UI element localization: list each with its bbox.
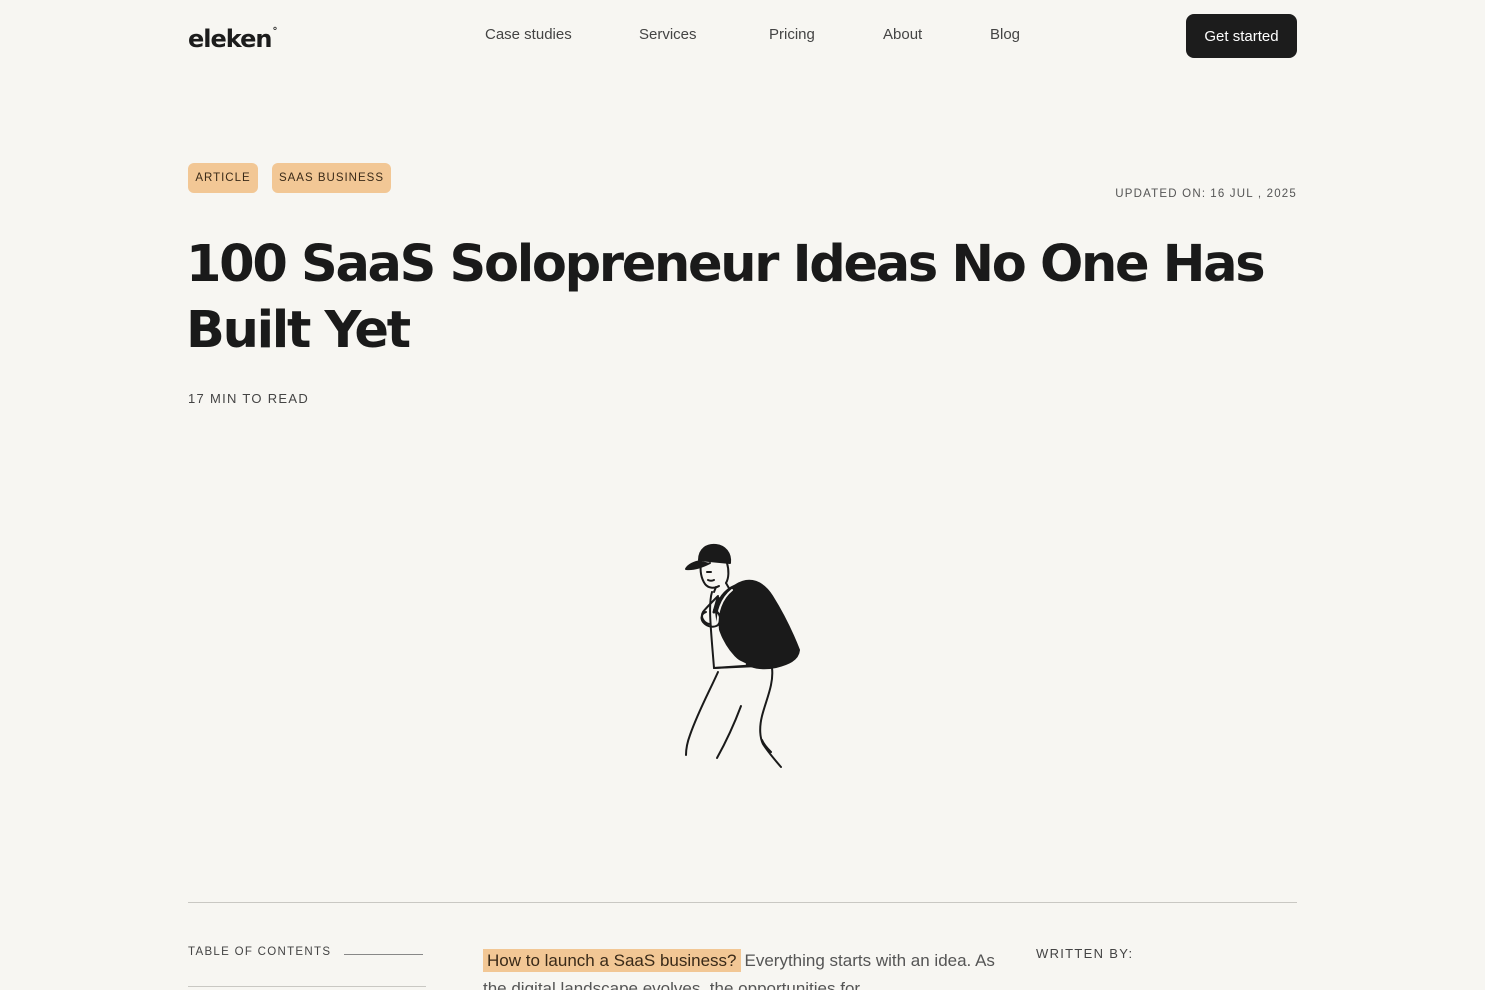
logo-text: eleken bbox=[188, 25, 272, 53]
updated-date: UPDATED ON: 16 JUL , 2025 bbox=[1115, 188, 1297, 200]
tag-article[interactable]: ARTICLE bbox=[188, 163, 258, 193]
content-divider bbox=[188, 902, 1297, 903]
nav-services[interactable]: Services bbox=[639, 26, 697, 44]
logo-mark: ° bbox=[272, 26, 277, 37]
intro-link[interactable]: How to launch a SaaS business? bbox=[483, 949, 741, 972]
get-started-button[interactable]: Get started bbox=[1186, 14, 1297, 58]
eleken-logo[interactable]: eleken° bbox=[188, 22, 277, 53]
man-with-backpack-illustration bbox=[685, 543, 800, 768]
nav-blog[interactable]: Blog bbox=[990, 26, 1020, 44]
toc-label: TABLE OF CONTENTS bbox=[188, 946, 332, 958]
toc-line-decoration bbox=[344, 954, 423, 955]
read-time: 17 MIN TO READ bbox=[188, 391, 310, 406]
updated-value: 16 JUL , 2025 bbox=[1210, 188, 1297, 200]
nav-case-studies[interactable]: Case studies bbox=[485, 26, 572, 44]
toc-separator bbox=[188, 986, 426, 987]
page: eleken° Case studies Services Pricing Ab… bbox=[0, 0, 1485, 990]
article-intro: How to launch a SaaS business? Everything… bbox=[483, 947, 1003, 990]
updated-label: UPDATED ON: bbox=[1115, 188, 1207, 200]
page-title: 100 SaaS Solopreneur Ideas No One Has Bu… bbox=[186, 235, 1266, 360]
tag-saas-business[interactable]: SAAS BUSINESS bbox=[272, 163, 391, 193]
nav-about[interactable]: About bbox=[883, 26, 922, 44]
written-by-label: WRITTEN BY: bbox=[1036, 946, 1134, 961]
nav-pricing[interactable]: Pricing bbox=[769, 26, 815, 44]
